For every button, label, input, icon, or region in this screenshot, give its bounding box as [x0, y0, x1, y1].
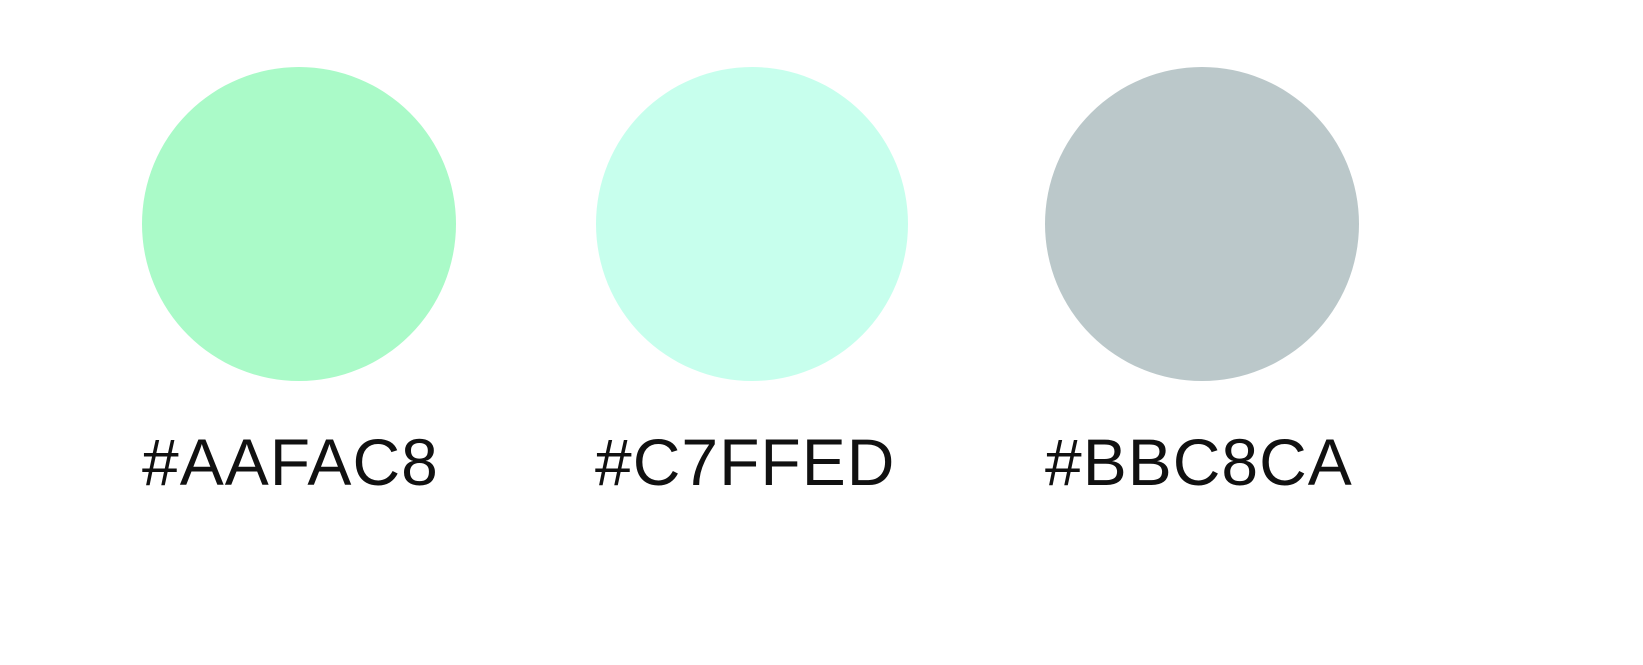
- hex-label-3: #BBC8CA: [1045, 425, 1353, 499]
- color-circle-2: [596, 67, 908, 381]
- hex-label-1: #AAFAC8: [142, 425, 439, 499]
- color-swatch-3: #BBC8CA: [1033, 0, 1373, 665]
- color-swatch-2: #C7FFED: [583, 0, 923, 665]
- color-swatch-1: #AAFAC8: [130, 0, 470, 665]
- color-circle-3: [1045, 67, 1359, 381]
- hex-label-2: #C7FFED: [595, 425, 896, 499]
- color-circle-1: [142, 67, 456, 381]
